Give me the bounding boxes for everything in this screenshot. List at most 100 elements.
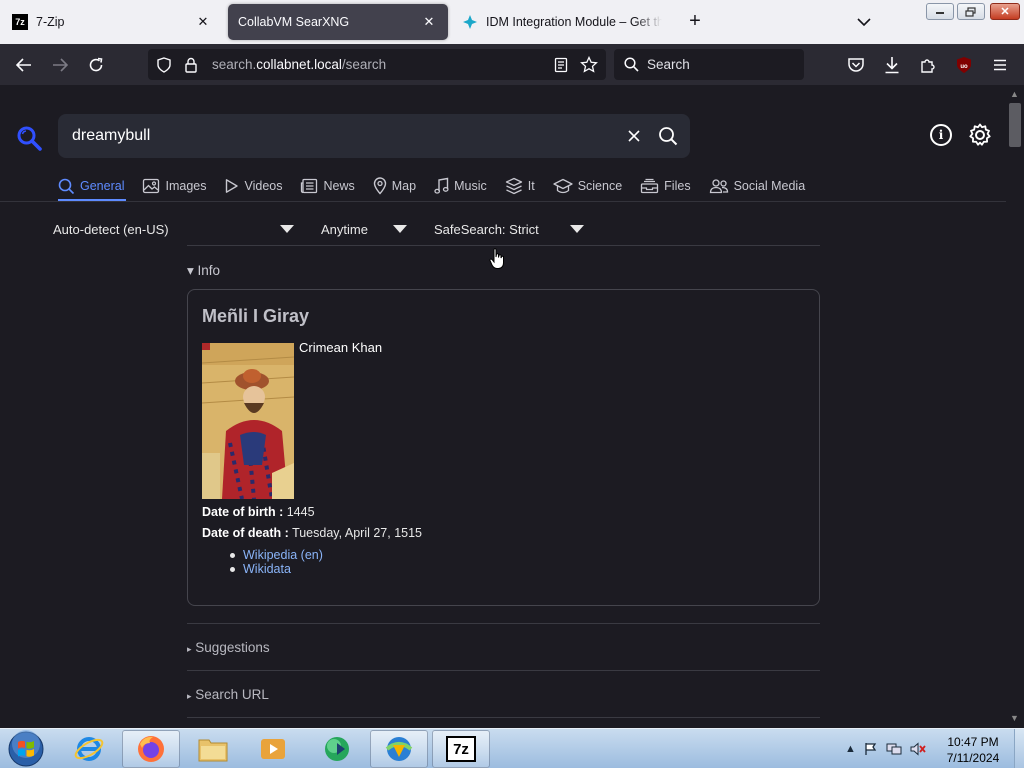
safesearch-select[interactable]: SafeSearch: Strict	[434, 220, 539, 238]
tab-music[interactable]: Music	[434, 175, 487, 197]
tab-social-media[interactable]: Social Media	[709, 175, 805, 197]
show-hidden-icons-icon[interactable]: ▲	[845, 743, 856, 755]
play-icon	[226, 179, 239, 193]
lock-icon[interactable]	[182, 56, 200, 74]
tab-label: Map	[391, 179, 417, 193]
taskbar-windows-explorer[interactable]	[184, 730, 242, 768]
infobox-description: Crimean Khan	[299, 340, 383, 355]
search-input[interactable]: dreamybull	[72, 127, 620, 145]
tab-news[interactable]: News	[300, 175, 355, 197]
tab-map[interactable]: Map	[373, 175, 416, 197]
tab-files[interactable]: Files	[640, 175, 691, 197]
tab-label: It	[527, 179, 535, 193]
link-wikipedia[interactable]: Wikipedia (en)	[228, 548, 323, 562]
attribute-death: Date of death : Tuesday, April 27, 1515	[202, 526, 422, 540]
pocket-icon[interactable]	[844, 53, 868, 77]
taskbar-idm-helper[interactable]	[308, 730, 366, 768]
suggestions-toggle[interactable]: ▸ Suggestions	[187, 640, 270, 655]
tab-it[interactable]: It	[505, 175, 535, 197]
scroll-up-arrow-icon[interactable]: ▲	[1010, 89, 1019, 99]
back-button[interactable]	[11, 52, 37, 78]
download-icon[interactable]	[880, 53, 904, 77]
firefox-icon	[138, 736, 164, 762]
settings-gear-icon[interactable]	[967, 122, 993, 148]
info-toggle[interactable]: ▾ Info	[187, 263, 220, 279]
portrait-image[interactable]	[202, 343, 294, 499]
browser-search-bar[interactable]: Search	[614, 49, 804, 80]
chevron-down-icon[interactable]	[280, 225, 294, 233]
restore-button[interactable]	[957, 3, 985, 20]
tracking-shield-icon[interactable]	[155, 56, 173, 74]
chevron-down-icon[interactable]	[570, 225, 584, 233]
tab-label: Images	[165, 179, 207, 193]
url-host: collabnet.local	[256, 57, 342, 72]
info-toggle-label: Info	[197, 263, 221, 278]
hamburger-menu-icon[interactable]	[988, 53, 1012, 77]
taskbar-7zip[interactable]: 7z	[432, 730, 490, 768]
school-icon	[553, 178, 573, 194]
svg-text:uo: uo	[960, 64, 968, 70]
network-icon[interactable]	[886, 742, 902, 756]
extensions-puzzle-icon[interactable]	[916, 53, 940, 77]
close-tab-icon[interactable]: ✕	[194, 13, 212, 31]
language-select[interactable]: Auto-detect (en-US)	[53, 220, 169, 238]
action-center-flag-icon[interactable]	[864, 742, 878, 756]
infobox-links: Wikipedia (en) Wikidata	[228, 548, 323, 576]
info-icon[interactable]: i	[930, 124, 952, 146]
newspaper-icon	[301, 178, 318, 194]
url-text[interactable]: search.collabnet.local/search	[212, 57, 552, 72]
chevron-down-icon[interactable]	[393, 225, 407, 233]
bookmark-star-icon[interactable]	[580, 55, 598, 74]
tab-videos[interactable]: Videos	[224, 175, 282, 197]
minimize-button[interactable]	[926, 3, 954, 20]
scrollbar-thumb[interactable]	[1009, 103, 1021, 147]
taskbar-clock[interactable]: 10:47 PM 7/11/2024	[940, 734, 1006, 766]
divider	[187, 717, 820, 718]
map-pin-icon	[373, 177, 386, 195]
tab-7zip[interactable]: 7z 7-Zip ✕	[2, 4, 222, 40]
tab-searxng[interactable]: CollabVM SearXNG ✕	[228, 4, 448, 40]
divider	[187, 245, 820, 246]
scroll-down-arrow-icon[interactable]: ▼	[1010, 713, 1019, 723]
infobox: Meñli I Giray Crimean Khan Date of birth…	[187, 289, 820, 606]
ublock-origin-icon[interactable]: uo	[952, 53, 976, 77]
new-tab-button[interactable]: +	[684, 10, 706, 32]
search-submit-button[interactable]	[654, 122, 682, 150]
page-scrollbar[interactable]: ▲ ▼	[1006, 85, 1024, 728]
tab-images[interactable]: Images	[142, 175, 206, 197]
layers-icon	[505, 177, 522, 195]
tab-label: News	[323, 179, 355, 193]
search-url-toggle[interactable]: ▸ Search URL	[187, 687, 269, 702]
time-range-select[interactable]: Anytime	[321, 220, 368, 238]
reader-view-icon[interactable]	[552, 56, 570, 74]
tab-science[interactable]: Science	[553, 175, 622, 197]
clock-date: 7/11/2024	[946, 751, 1000, 765]
taskbar-firefox[interactable]	[122, 730, 180, 768]
reload-button[interactable]	[83, 52, 109, 78]
hand-cursor-icon	[489, 248, 504, 269]
system-tray: ▲	[845, 739, 926, 759]
close-tab-icon[interactable]: ✕	[420, 13, 438, 31]
volume-muted-icon[interactable]	[910, 742, 926, 756]
show-desktop-button[interactable]	[1014, 729, 1024, 768]
searxng-logo-icon[interactable]	[16, 125, 42, 151]
file-tray-icon	[641, 178, 659, 194]
taskbar-media-player[interactable]	[244, 730, 302, 768]
clock-time: 10:47 PM	[947, 735, 999, 749]
search-box[interactable]: dreamybull	[58, 114, 690, 158]
tab-general[interactable]: General	[58, 175, 124, 197]
tab-title: CollabVM SearXNG	[238, 15, 350, 29]
7zip-favicon-icon: 7z	[12, 14, 28, 30]
close-window-button[interactable]: ✕	[990, 3, 1020, 20]
link-wikidata[interactable]: Wikidata	[228, 562, 323, 576]
clear-search-button[interactable]	[620, 122, 648, 150]
tab-idm-integration[interactable]: IDM Integration Module – Get th	[452, 4, 672, 40]
forward-button[interactable]	[47, 52, 73, 78]
address-bar[interactable]: search.collabnet.local/search	[148, 49, 606, 80]
start-button[interactable]	[4, 730, 48, 768]
taskbar-internet-download-manager[interactable]	[370, 730, 428, 768]
taskbar-internet-explorer[interactable]	[60, 730, 118, 768]
search-icon	[58, 178, 75, 194]
search-icon	[624, 57, 639, 72]
tab-list-chevron-icon[interactable]	[854, 12, 874, 32]
